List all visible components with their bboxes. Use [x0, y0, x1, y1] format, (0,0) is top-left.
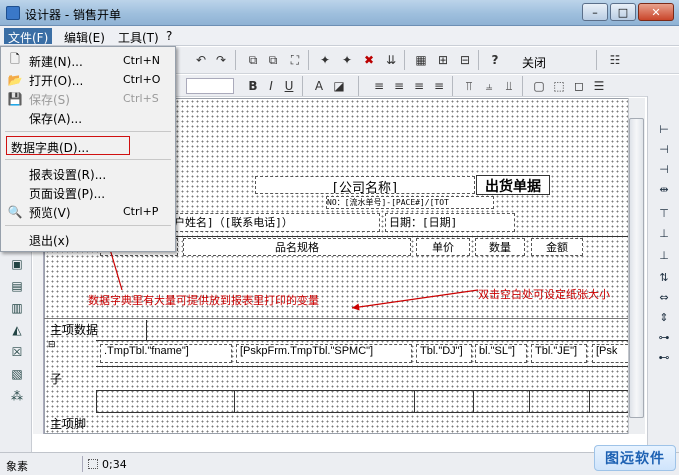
arrow-to-blank-area	[351, 289, 479, 311]
preview-icon: 🔍	[7, 204, 23, 219]
status-divider	[82, 456, 83, 472]
menu-item-shortcut: Ctrl+P	[123, 205, 159, 218]
save-icon: 💾	[7, 91, 23, 106]
menu-separator	[5, 159, 171, 160]
menu-item-save-as[interactable]: 保存(A)...	[3, 108, 173, 127]
new-file-icon: 🗋	[10, 52, 20, 66]
menu-item-save[interactable]: 💾 保存(S) Ctrl+S	[3, 89, 173, 108]
status-coords: 0;34	[102, 458, 127, 471]
menu-item-open[interactable]: 📂 打开(O)... Ctrl+O	[3, 70, 173, 89]
menu-item-label: 预览(V)	[29, 206, 71, 220]
menu-item-label: 页面设置(P)...	[29, 187, 106, 201]
menu-item-new[interactable]: 🗋 新建(N)... Ctrl+N	[3, 51, 173, 70]
menu-item-label: 数据字典(D)...	[11, 141, 90, 155]
menu-item-label: 保存(S)	[29, 93, 70, 107]
menu-separator	[5, 131, 171, 132]
watermark-logo: 图远软件	[594, 445, 676, 471]
menu-item-label: 保存(A)...	[29, 112, 83, 126]
menu-item-exit[interactable]: 退出(x)	[3, 230, 173, 249]
menu-item-report-settings[interactable]: 报表设置(R)...	[3, 164, 173, 183]
menu-item-shortcut: Ctrl+O	[123, 73, 161, 86]
menu-item-label: 退出(x)	[29, 234, 70, 248]
menu-item-label: 报表设置(R)...	[29, 168, 107, 182]
blank-area-annotation: 双击空白处可设定纸张大小	[478, 288, 610, 301]
position-icon	[88, 459, 98, 469]
menu-item-label: 新建(N)...	[29, 55, 83, 69]
open-folder-icon: 📂	[7, 72, 23, 87]
menu-separator	[5, 225, 171, 226]
status-unit: 象素	[6, 460, 28, 473]
dictionary-annotation: 数据字典里有大量可提供放到报表里打印的变量	[88, 294, 319, 307]
menu-item-shortcut: Ctrl+N	[123, 54, 161, 67]
menu-item-shortcut: Ctrl+S	[123, 92, 159, 105]
menu-item-data-dictionary[interactable]: 数据字典(D)...	[6, 136, 130, 155]
menu-item-preview[interactable]: 🔍 预览(V) Ctrl+P	[3, 202, 173, 221]
file-menu-dropdown: 🗋 新建(N)... Ctrl+N 📂 打开(O)... Ctrl+O 💾 保存…	[0, 46, 176, 252]
menu-item-page-setup[interactable]: 页面设置(P)...	[3, 183, 173, 202]
menu-item-label: 打开(O)...	[29, 74, 84, 88]
status-bar: 象素 0;34	[0, 452, 679, 475]
